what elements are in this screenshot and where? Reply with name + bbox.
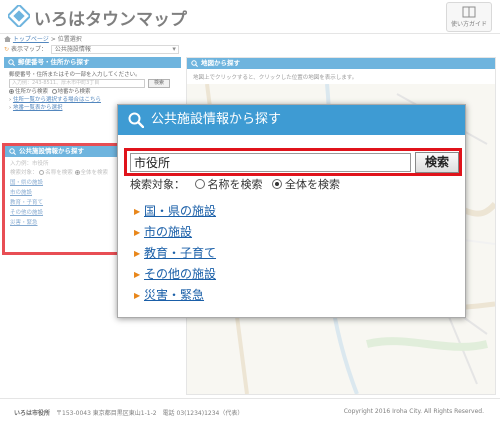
facility-search-input[interactable] — [130, 153, 411, 172]
category-link[interactable]: 災害・緊急 — [144, 288, 204, 302]
category-link[interactable]: その他の施設 — [144, 267, 216, 281]
category-item[interactable]: ▶ その他の施設 — [134, 264, 216, 285]
search-target-label: 検索対象： — [130, 178, 185, 191]
bullet-arrow-icon: ▶ — [134, 228, 141, 237]
bullet-arrow-icon: ▶ — [134, 270, 141, 279]
category-item[interactable]: ▶ 市の施設 — [134, 222, 216, 243]
radio-search-name-label: 名称を検索 — [207, 178, 263, 191]
category-link[interactable]: 市の施設 — [144, 225, 192, 239]
category-item[interactable]: ▶ 国・県の施設 — [134, 201, 216, 222]
category-link[interactable]: 国・県の施設 — [144, 204, 216, 218]
modal-search-row: 検索 — [124, 148, 462, 176]
facility-search-modal: 公共施設情報から探す 検索 検索対象： 名称を検索 全体を検索 ▶国・県の施設 … — [117, 104, 466, 318]
facility-search-button[interactable]: 検索 — [415, 152, 459, 173]
bullet-arrow-icon: ▶ — [134, 291, 141, 300]
category-item[interactable]: ▶ 災害・緊急 — [134, 285, 216, 306]
bullet-arrow-icon: ▶ — [134, 249, 141, 258]
search-icon — [128, 112, 144, 128]
radio-search-all[interactable] — [272, 179, 282, 189]
radio-search-all-label: 全体を検索 — [285, 178, 340, 191]
category-item[interactable]: ▶ 教育・子育て — [134, 243, 216, 264]
modal-header: 公共施設情報から探す — [118, 105, 465, 135]
modal-title: 公共施設情報から探す — [151, 112, 282, 127]
radio-search-name[interactable] — [194, 179, 205, 189]
category-list: ▶ 国・県の施設 ▶ 市の施設 ▶ 教育・子育て ▶ その他の施設 ▶ 災害・緊急 — [134, 201, 216, 306]
search-target-row: 検索対象： 名称を検索 全体を検索 — [130, 177, 340, 193]
bullet-arrow-icon: ▶ — [134, 207, 141, 216]
category-link[interactable]: 教育・子育て — [144, 246, 216, 260]
